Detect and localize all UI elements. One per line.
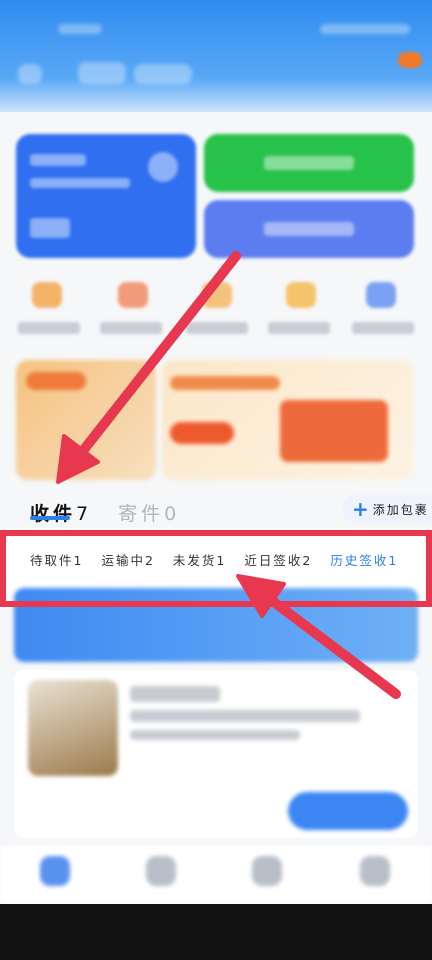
arrow-to-tab — [77, 251, 241, 457]
annotation-arrows — [56, 251, 401, 699]
arrow-to-filters — [261, 591, 401, 699]
